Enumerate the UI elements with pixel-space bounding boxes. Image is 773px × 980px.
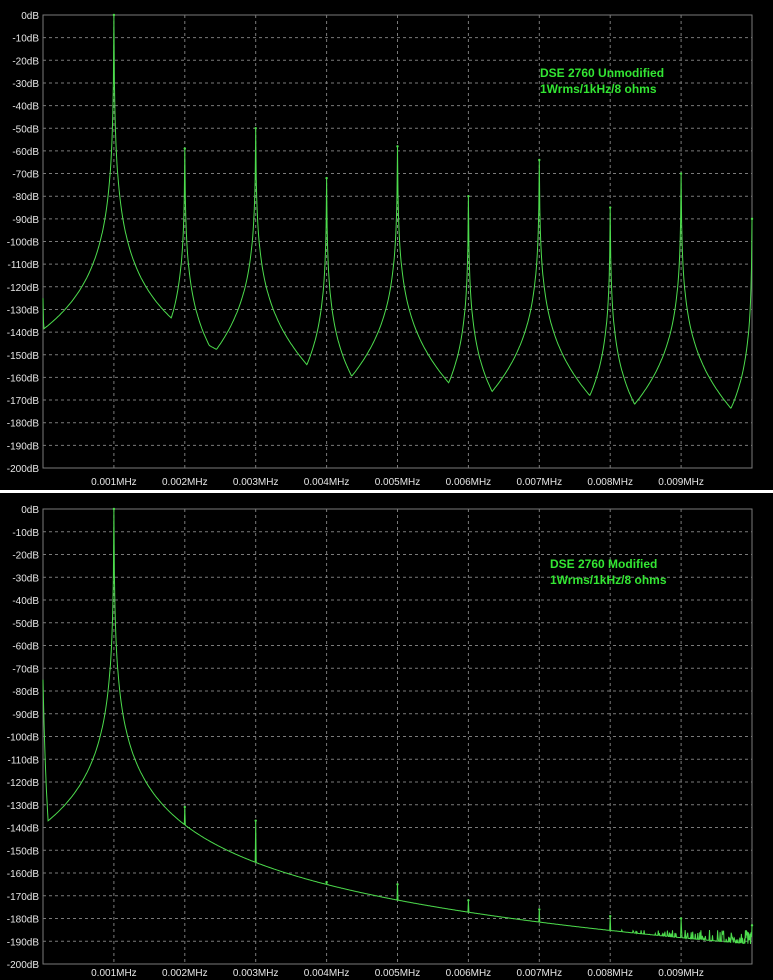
y-tick-label: -170dB [7,892,40,903]
y-tick-label: -130dB [7,801,40,812]
y-tick-label: -130dB [7,305,40,316]
x-tick-label: 0.009MHz [658,477,704,488]
y-tick-label: -140dB [7,824,40,835]
x-tick-label: 0.008MHz [587,968,633,979]
y-tick-label: -90dB [12,215,39,226]
y-tick-label: -200dB [7,464,40,475]
y-tick-label: -100dB [7,733,40,744]
y-tick-label: -50dB [12,619,39,630]
chart-annotation-line: DSE 2760 Unmodified [540,66,664,80]
chart-panel-unmodified: 0dB -10dB -20dB -30dB -40dB -50dB -60dB -70dB -8… [0,0,773,490]
harmonic-peak-point [609,915,612,918]
y-tick-label: -30dB [12,573,39,584]
harmonic-peak-point [467,195,470,198]
y-tick-label: -120dB [7,778,40,789]
y-tick-label: -180dB [7,419,40,430]
y-tick-label: -180dB [7,915,40,926]
harmonic-peak-point [396,145,399,148]
harmonic-peak-point [183,147,186,150]
y-tick-label: -140dB [7,328,40,339]
y-tick-label: -160dB [7,869,40,880]
x-tick-label: 0.001MHz [91,968,137,979]
x-tick-label: 0.005MHz [375,968,421,979]
x-tick-label: 0.004MHz [304,968,350,979]
harmonic-peak-point [609,206,612,209]
harmonic-peak-point [254,127,257,130]
harmonic-peak-point [325,880,328,884]
y-tick-label: -200dB [7,960,40,971]
y-tick-label: -20dB [12,56,39,67]
y-tick-label: -30dB [12,79,39,90]
chart-annotation-line: DSE 2760 Modified [550,557,657,571]
chart-annotation-line: 1Wrms/1kHz/8 ohms [540,82,657,96]
y-tick-label: -120dB [7,283,40,294]
y-tick-label: -40dB [12,596,39,607]
y-tick-label: -190dB [7,937,40,948]
harmonic-peak-point [750,924,754,927]
x-tick-label: 0.003MHz [233,968,279,979]
x-tick-label: 0.008MHz [587,477,633,488]
x-tick-label: 0.007MHz [517,477,563,488]
y-tick-label: -80dB [12,687,39,698]
y-tick-label: -170dB [7,396,40,407]
harmonic-peak-point [679,917,683,920]
harmonic-peak-point [538,158,541,162]
chart-panel-modified: 0dB -10dB -20dB -30dB -40dB -50dB -60dB -70dB -8… [0,490,773,980]
y-tick-label: -50dB [12,124,39,135]
x-tick-label: 0.009MHz [658,968,704,979]
y-tick-label: -150dB [7,351,40,362]
y-tick-label: -70dB [12,170,39,181]
x-tick-label: 0.006MHz [446,477,492,488]
y-tick-label: -40dB [12,102,39,113]
harmonic-peak-point [325,176,328,180]
y-tick-label: 0dB [21,11,39,22]
y-tick-label: -150dB [7,846,40,857]
harmonic-peak-point [112,13,116,17]
x-tick-label: 0.007MHz [517,968,563,979]
y-tick-label: -20dB [12,551,39,562]
harmonic-peak-point [750,217,754,221]
y-tick-label: 0dB [21,505,39,516]
y-tick-label: -10dB [12,528,39,539]
harmonic-peak-point [538,908,541,911]
x-tick-label: 0.004MHz [304,477,350,488]
y-tick-label: -10dB [12,34,39,45]
x-tick-label: 0.003MHz [233,477,279,488]
spectrum-chart-unmodified: 0dB -10dB -20dB -30dB -40dB -50dB -60dB -70dB -8… [7,11,754,488]
y-tick-label: -60dB [12,147,39,158]
y-tick-label: -60dB [12,642,39,653]
y-tick-label: -100dB [7,238,40,249]
y-tick-label: -80dB [12,192,39,203]
y-tick-label: -190dB [7,441,40,452]
harmonic-peak-point [254,819,257,822]
harmonic-peak-point [679,172,683,175]
harmonic-peak-point [467,899,470,902]
x-tick-label: 0.002MHz [162,968,208,979]
y-tick-label: -90dB [12,710,39,721]
x-tick-label: 0.002MHz [162,477,208,488]
x-tick-label: 0.001MHz [91,477,137,488]
spectrum-chart-modified: 0dB -10dB -20dB -30dB -40dB -50dB -60dB -70dB -8… [7,505,754,979]
harmonic-peak-point [183,805,186,809]
chart-annotation-line: 1Wrms/1kHz/8 ohms [550,573,667,587]
harmonic-peak-point [396,883,399,886]
x-tick-label: 0.005MHz [375,477,421,488]
y-tick-label: -160dB [7,373,40,384]
x-tick-label: 0.006MHz [446,968,492,979]
harmonic-peak-point [112,507,116,511]
y-tick-label: -110dB [7,755,39,766]
y-tick-label: -110dB [7,260,39,271]
y-tick-label: -70dB [12,664,39,675]
